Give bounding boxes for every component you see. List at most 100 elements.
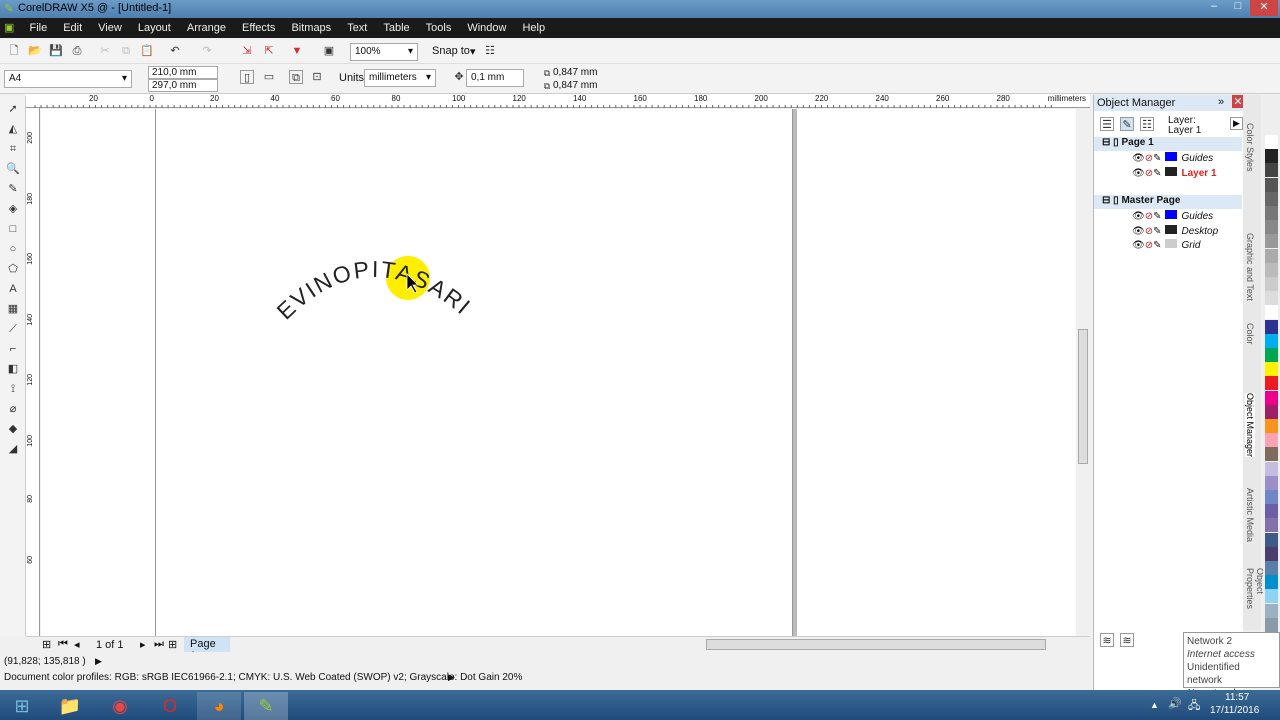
snap-to-button[interactable]: Snap to bbox=[432, 45, 470, 57]
clock-time[interactable]: 11:57 bbox=[1225, 692, 1249, 703]
curved-text[interactable]: EVINOPITASARI bbox=[272, 256, 477, 325]
coreldraw-taskbar-icon[interactable]: ✎ bbox=[244, 692, 288, 720]
menu-file[interactable]: File bbox=[21, 19, 55, 37]
application-launcher-icon[interactable]: ▼ bbox=[290, 44, 304, 58]
print-disabled-icon[interactable]: ⊘ bbox=[1145, 211, 1153, 222]
palette-swatch[interactable] bbox=[1265, 220, 1278, 235]
palette-swatch[interactable] bbox=[1265, 135, 1278, 149]
undo-icon[interactable]: ↶ bbox=[168, 44, 182, 58]
palette-swatch[interactable] bbox=[1265, 177, 1278, 192]
maximize-button[interactable]: □ bbox=[1226, 0, 1250, 16]
palette-swatch[interactable] bbox=[1265, 163, 1278, 178]
palette-swatch[interactable] bbox=[1265, 532, 1278, 547]
palette-swatch[interactable] bbox=[1265, 206, 1278, 220]
import-icon[interactable]: ⇲ bbox=[240, 44, 254, 58]
portrait-icon[interactable]: ▯ bbox=[240, 70, 254, 84]
layer-node[interactable]: 👁⊘✎ Layer 1 bbox=[1094, 166, 1242, 181]
first-page-icon[interactable]: ⏮ bbox=[58, 638, 68, 651]
volume-icon[interactable]: 🔊 bbox=[1168, 697, 1182, 710]
menu-window[interactable]: Window bbox=[459, 19, 514, 37]
nudge-field[interactable]: 0,1 mm bbox=[466, 69, 524, 87]
menu-bitmaps[interactable]: Bitmaps bbox=[283, 19, 339, 37]
edit-icon[interactable]: ✎ bbox=[1153, 153, 1161, 164]
add-page-after-icon[interactable]: ⊞ bbox=[168, 638, 177, 651]
redo-icon[interactable]: ↷ bbox=[200, 44, 214, 58]
duplicate-x-field[interactable]: 0,847 mm bbox=[553, 67, 597, 78]
horizontal-ruler[interactable]: 20 0 20 40 60 80 100 120 140 160 180 200 220 240 260 28… bbox=[26, 94, 1090, 108]
print-disabled-icon[interactable]: ⊘ bbox=[1145, 240, 1153, 251]
docker-tab[interactable]: Color Styles bbox=[1245, 123, 1255, 172]
visibility-icon[interactable]: 👁 bbox=[1132, 240, 1145, 251]
layer-manager-view-icon[interactable]: ☷ bbox=[1140, 117, 1154, 131]
export-icon[interactable]: ⇱ bbox=[262, 44, 276, 58]
print-disabled-icon[interactable]: ⊘ bbox=[1145, 226, 1153, 237]
palette-swatch[interactable] bbox=[1265, 291, 1278, 306]
shape-tool-icon[interactable]: ◭ bbox=[6, 122, 20, 136]
new-icon[interactable]: 🗋 bbox=[7, 44, 21, 58]
palette-swatch[interactable] bbox=[1265, 475, 1278, 490]
dimension-tool-icon[interactable]: ⟋ bbox=[6, 322, 20, 336]
layer-node[interactable]: 👁⊘✎ Desktop bbox=[1094, 224, 1242, 239]
zoom-select[interactable]: 100% ▾ bbox=[350, 43, 418, 61]
palette-swatch[interactable] bbox=[1265, 561, 1278, 575]
menu-arrange[interactable]: Arrange bbox=[179, 19, 234, 37]
palette-swatch[interactable] bbox=[1265, 490, 1278, 504]
file-explorer-icon[interactable]: 📁 bbox=[48, 692, 92, 720]
landscape-icon[interactable]: ▭ bbox=[262, 70, 276, 84]
text-tool-icon[interactable]: A bbox=[6, 282, 20, 296]
palette-swatch[interactable] bbox=[1265, 589, 1278, 604]
palette-swatch[interactable] bbox=[1265, 277, 1278, 291]
crop-tool-icon[interactable]: ⌗ bbox=[6, 142, 20, 156]
expand-arrow-icon[interactable]: ▶ bbox=[95, 656, 102, 667]
open-icon[interactable]: 📂 bbox=[28, 44, 42, 58]
layer-node[interactable]: 👁⊘✎ Guides bbox=[1094, 210, 1242, 224]
all-pages-icon[interactable]: ⧉ bbox=[289, 70, 303, 84]
palette-swatch[interactable] bbox=[1265, 518, 1278, 533]
docker-tab[interactable]: Graphic and Text bbox=[1245, 233, 1255, 301]
edit-icon[interactable]: ✎ bbox=[1153, 240, 1161, 251]
chrome-icon[interactable]: ◉ bbox=[98, 692, 142, 720]
next-page-icon[interactable]: ▸ bbox=[140, 638, 146, 651]
docker-tab[interactable]: Object Manager bbox=[1245, 393, 1255, 458]
polygon-tool-icon[interactable]: ⬠ bbox=[6, 262, 20, 276]
palette-swatch[interactable] bbox=[1265, 262, 1278, 277]
connector-tool-icon[interactable]: ⌐ bbox=[6, 342, 20, 356]
duplicate-y-field[interactable]: 0,847 mm bbox=[553, 80, 597, 91]
menu-edit[interactable]: Edit bbox=[55, 19, 90, 37]
welcome-screen-icon[interactable]: ▣ bbox=[322, 44, 336, 58]
menu-effects[interactable]: Effects bbox=[234, 19, 283, 37]
palette-swatch[interactable] bbox=[1265, 191, 1278, 206]
docker-tab[interactable]: Object Properties bbox=[1245, 568, 1265, 630]
palette-swatch[interactable] bbox=[1265, 348, 1278, 362]
layer-node[interactable]: 👁⊘✎ Guides bbox=[1094, 152, 1242, 166]
palette-swatch[interactable] bbox=[1265, 575, 1278, 590]
ellipse-tool-icon[interactable]: ○ bbox=[6, 242, 20, 256]
firefox-icon[interactable]: ◕ bbox=[197, 692, 241, 720]
units-select[interactable]: millimeters ▾ bbox=[364, 69, 436, 87]
new-layer-icon[interactable]: ≋ bbox=[1100, 633, 1114, 647]
menu-view[interactable]: View bbox=[90, 19, 130, 37]
show-properties-icon[interactable]: ☰ bbox=[1100, 117, 1114, 131]
page-width-field[interactable]: 210,0 mm bbox=[148, 66, 218, 79]
edit-across-layers-icon[interactable]: ✎ bbox=[1120, 117, 1134, 131]
start-button[interactable]: ⊞ bbox=[0, 692, 44, 720]
palette-swatch[interactable] bbox=[1265, 404, 1278, 419]
interactive-fill-icon[interactable]: ◢ bbox=[6, 442, 20, 456]
palette-swatch[interactable] bbox=[1265, 603, 1278, 618]
new-master-layer-icon[interactable]: ≋ bbox=[1120, 633, 1134, 647]
cut-icon[interactable]: ✂ bbox=[98, 44, 112, 58]
collapse-icon[interactable]: ⊟ bbox=[1102, 137, 1110, 148]
color-profiles[interactable]: Document color profiles: RGB: sRGB IEC61… bbox=[4, 672, 522, 683]
rectangle-tool-icon[interactable]: □ bbox=[6, 222, 20, 236]
menu-layout[interactable]: Layout bbox=[130, 19, 179, 37]
vertical-scrollbar[interactable] bbox=[1076, 109, 1090, 636]
smart-fill-icon[interactable]: ◈ bbox=[6, 202, 20, 216]
palette-swatch[interactable] bbox=[1265, 447, 1278, 462]
collapse-icon[interactable]: ⊟ bbox=[1102, 195, 1110, 206]
fill-tool-icon[interactable]: ◆ bbox=[6, 422, 20, 436]
drawing-canvas[interactable]: EVINOPITASARI bbox=[41, 109, 1076, 636]
palette-swatch[interactable] bbox=[1265, 617, 1278, 632]
palette-swatch[interactable] bbox=[1265, 149, 1278, 164]
palette-swatch[interactable] bbox=[1265, 376, 1278, 391]
outline-tool-icon[interactable]: ⌀ bbox=[6, 402, 20, 416]
